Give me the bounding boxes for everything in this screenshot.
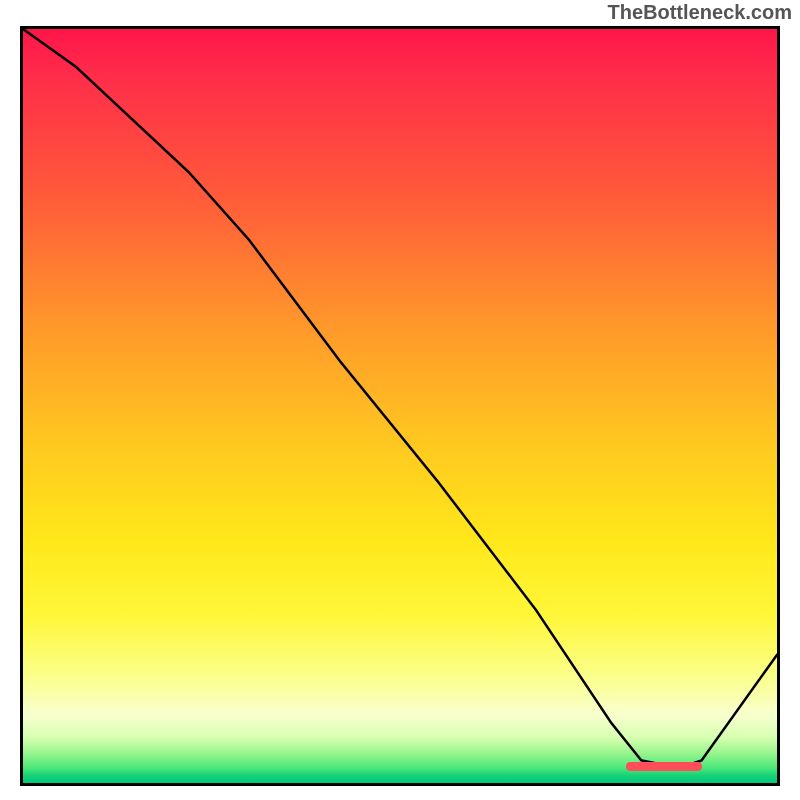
watermark-text: TheBottleneck.com [608, 2, 792, 25]
bottleneck-curve [23, 29, 777, 768]
chart-svg [23, 29, 777, 783]
optimal-zone-marker [626, 762, 701, 771]
chart-area [20, 26, 780, 786]
